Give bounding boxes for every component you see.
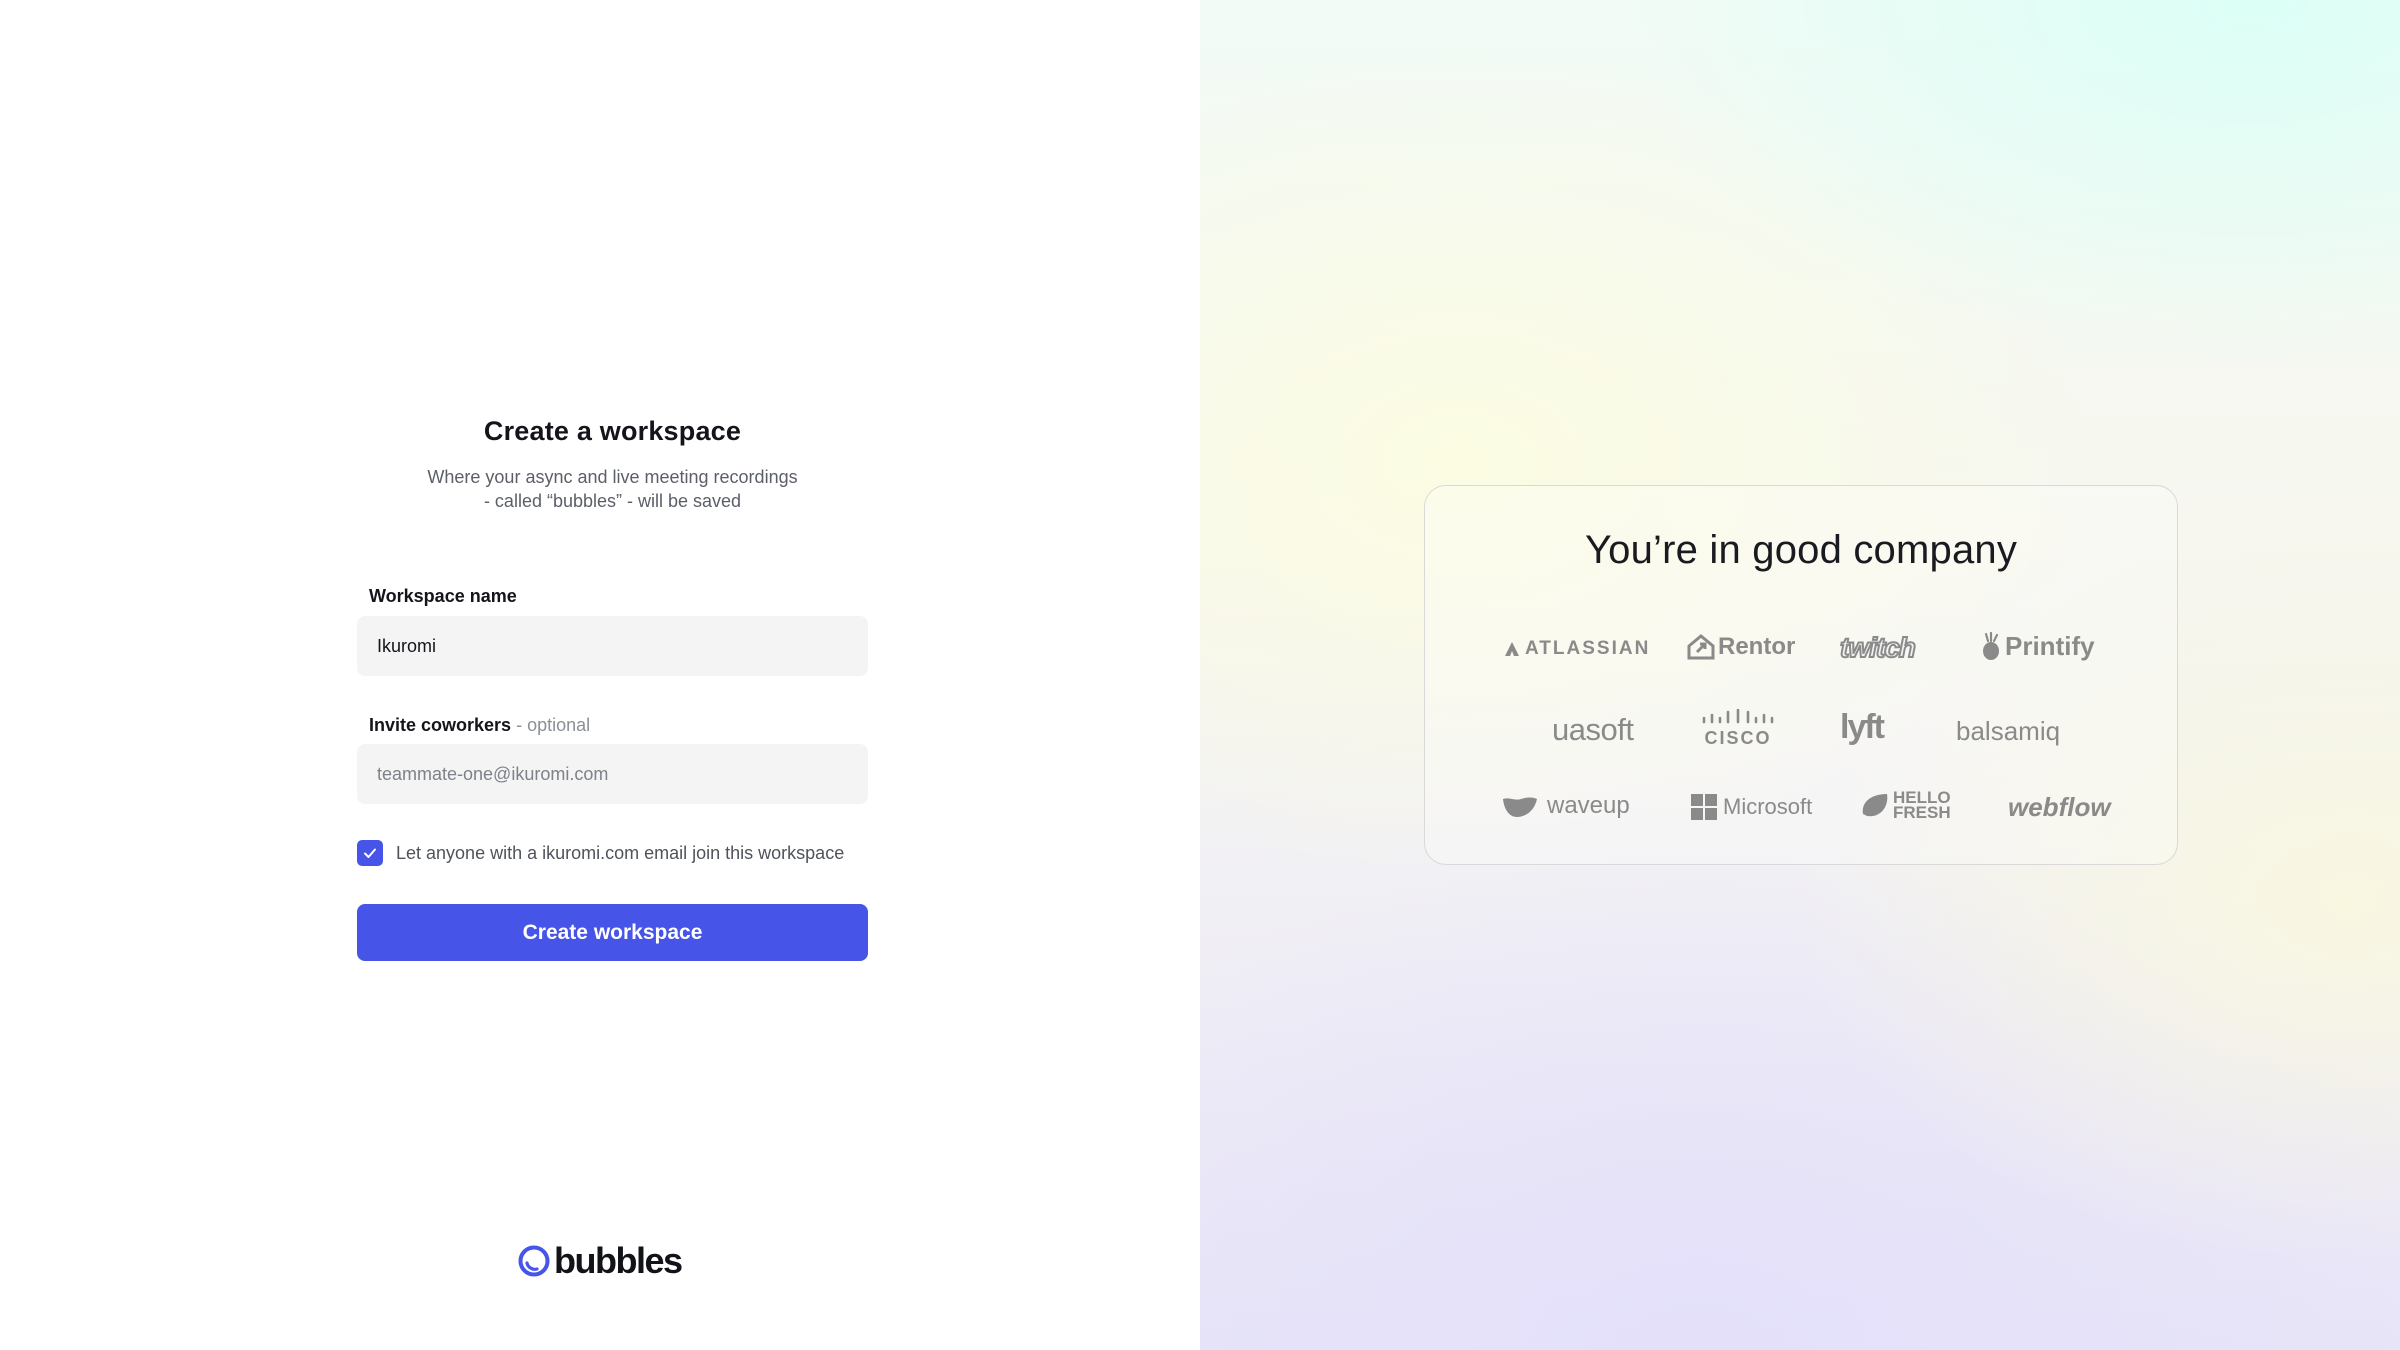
waveup-icon [1503,797,1537,817]
bubbles-logo: bubbles [517,1240,683,1282]
lyft-label: lyft [1840,708,1885,746]
form-panel: Create a workspace Where your async and … [0,0,1200,1350]
page-title: Create a workspace [483,416,742,446]
bubbles-logo-text: bubbles [554,1240,683,1281]
microsoft-logo: Microsoft [1691,794,1812,820]
rentor-logo: Rentor [1686,632,1795,662]
atlassian-label: ATLASSIAN [1525,638,1651,659]
cisco-label: CISCO [1704,728,1772,748]
good-company-title: You’re in good company [1584,528,2018,572]
printify-icon [1983,631,1999,660]
uasoft-logo: uasoft [1552,712,1634,748]
page-subtitle: Where your async and live meeting record… [427,467,798,511]
balsamiq-logo: balsamiq [1956,716,2060,747]
workspace-form: Create a workspace Where your async and … [357,416,868,961]
atlassian-logo: ATLASSIAN [1503,638,1650,660]
workspace-name-label: Workspace name [357,586,517,607]
bubbles-logo-icon [518,1245,550,1277]
microsoft-label: Microsoft [1723,794,1813,819]
workspace-name-input[interactable] [357,616,868,676]
create-workspace-button[interactable]: Create workspace [357,904,868,961]
cisco-logo: CISCO [1701,709,1775,749]
cisco-icon [1702,709,1774,724]
atlassian-icon [1505,642,1519,656]
webflow-label: webflow [2008,792,2111,822]
checkmark-icon [364,848,376,858]
rentor-label: Rentor [1718,633,1796,660]
optional-hint: - optional [516,715,591,735]
hellofresh-icon [1862,794,1888,817]
uasoft-label: uasoft [1552,712,1634,747]
domain-join-option[interactable]: Let anyone with a ikuromi.com email join… [357,840,868,866]
good-company-card: You’re in good company ATLASSIAN Rentor … [1424,485,2178,865]
lyft-logo: lyft [1840,708,1885,747]
hellofresh-logo: HELLO FRESH [1859,788,1953,822]
social-proof-panel: You’re in good company ATLASSIAN Rentor … [1200,0,2400,1350]
rentor-icon [1687,634,1715,660]
workspace-name-label-text: Workspace name [369,586,517,606]
invite-coworkers-label-text: Invite coworkers [369,715,512,735]
printify-logo: Printify [1980,631,2095,662]
domain-join-checkbox[interactable] [357,840,383,866]
printify-label: Printify [2005,631,2095,661]
webflow-logo: webflow [2008,792,2111,823]
waveup-logo: waveup [1501,792,1630,820]
twitch-logo: twitch [1839,631,1917,664]
balsamiq-label: balsamiq [1956,716,2061,746]
invite-coworkers-input[interactable] [357,744,868,804]
invite-coworkers-label: Invite coworkers - optional [357,715,590,736]
domain-join-label: Let anyone with a ikuromi.com email join… [396,842,845,863]
waveup-label: waveup [1547,792,1630,819]
twitch-label: twitch [1839,631,1917,664]
microsoft-icon [1691,794,1717,820]
hellofresh-label: HELLO FRESH [1893,788,1951,822]
